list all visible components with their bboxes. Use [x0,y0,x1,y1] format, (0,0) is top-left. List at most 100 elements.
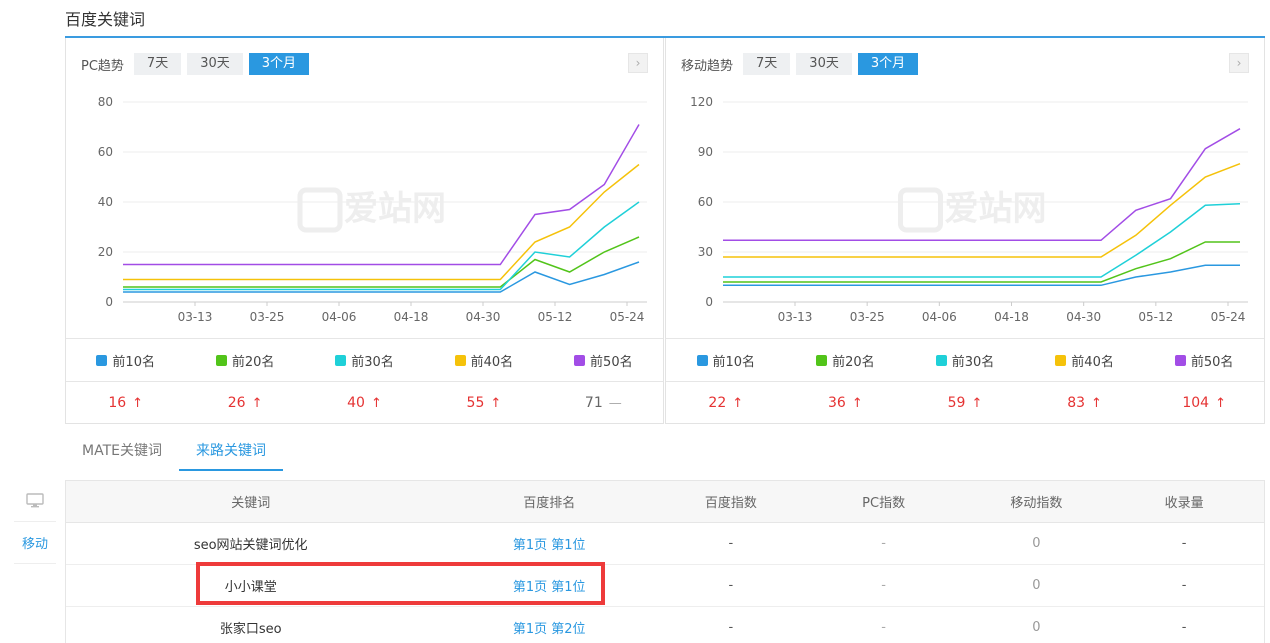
y-tick-label: 90 [698,145,713,159]
count-value: 55 [466,395,485,411]
rank-cell: 第1页 第1位 [435,523,663,564]
header-indexed-count[interactable]: 收录量 [1104,481,1264,522]
mobile-index-cell: 0 [1032,536,1041,551]
count-value: 59 [947,395,966,411]
rank-link[interactable]: 第1页 第1位 [513,534,586,553]
mobile-counts: 22 ↑ 36 ↑ 59 ↑ 83 ↑ 104 ↑ [666,382,1264,424]
legend-swatch [935,354,947,366]
count-value: 26 [227,395,246,411]
table-row: 张家口seo 第1页 第2位 - - 0 - [66,607,1264,643]
watermark-text: 爱站网 [344,189,446,229]
count-value: 16 [108,395,127,411]
pc-next-button[interactable]: › [628,53,648,73]
x-tick-label: 05-24 [1211,310,1246,324]
aizhan-logo-icon [297,187,343,233]
legend-item-top20[interactable]: 前20名 [786,339,906,381]
legend-item-top50[interactable]: 前50名 [1144,339,1264,381]
mobile-range-7d-button[interactable]: 7天 [743,53,791,75]
legend-item-top30[interactable]: 前30名 [305,339,424,381]
header-pc-index[interactable]: PC指数 [799,481,969,522]
x-tick-label: 04-06 [322,310,357,324]
keyword-cell: seo网站关键词优化 [193,538,308,553]
count-value: 83 [1067,395,1086,411]
y-tick-label: 30 [698,245,713,259]
legend-label: 前20名 [231,354,275,370]
mobile-trend-label: 移动趋势 [681,58,734,74]
legend-swatch [1174,354,1186,366]
up-arrow-icon: ↑ [370,395,382,411]
y-tick-label: 60 [98,145,113,159]
monitor-icon [26,492,44,507]
legend-item-top10[interactable]: 前10名 [66,339,185,381]
section-title: 百度关键词 [65,10,146,29]
legend-swatch [215,354,227,366]
baidu-index-cell: - [728,536,734,551]
count-value: 104 [1182,395,1210,411]
mobile-count-top20: 36 ↑ [786,382,906,424]
mobile-trend-panel: 移动趋势 7天 30天 3个月 › 0 30 60 90 120 爱站网 03-13 03-2… [665,38,1265,424]
header-keyword[interactable]: 关键词 [66,481,435,522]
y-tick-label: 0 [705,295,713,309]
pc-count-top10: 16 ↑ [66,382,185,424]
mobile-legend: 前10名 前20名 前30名 前40名 前50名 [666,338,1264,382]
pc-index-cell: - [881,536,886,551]
legend-item-top50[interactable]: 前50名 [544,339,663,381]
legend-swatch [1055,354,1067,366]
x-tick-label: 04-30 [1066,310,1101,324]
up-arrow-icon: ↑ [1215,395,1226,411]
indexed-cell: - [1181,620,1187,635]
rank-cell: 第1页 第2位 [435,607,663,643]
x-tick-label: 03-25 [850,310,885,324]
up-arrow-icon: ↑ [132,395,144,411]
x-tick-label: 03-13 [178,310,213,324]
legend-item-top40[interactable]: 前40名 [1025,339,1145,381]
up-arrow-icon: ↑ [1091,395,1102,411]
baidu-index-cell: - [728,578,734,593]
header-baidu-rank[interactable]: 百度排名 [435,481,663,522]
y-tick-label: 40 [98,195,113,209]
legend-label: 前20名 [832,354,875,370]
legend-swatch [696,354,708,366]
legend-swatch [454,354,466,366]
tab-source-keywords[interactable]: 来路关键词 [178,433,283,471]
pc-count-top50: 71 — [544,382,663,424]
count-value: 71 [584,395,603,411]
mobile-next-button[interactable]: › [1229,53,1249,73]
count-value: 22 [708,395,727,411]
pc-counts: 16 ↑ 26 ↑ 40 ↑ 55 ↑ 71 — [66,382,663,424]
pc-range-7d-button[interactable]: 7天 [133,53,182,75]
legend-label: 前50名 [590,354,633,370]
x-tick-label: 04-30 [466,310,501,324]
pc-range-30d-button[interactable]: 30天 [187,53,243,75]
legend-item-top40[interactable]: 前40名 [424,339,543,381]
count-value: 36 [828,395,846,411]
mobile-range-3m-button[interactable]: 3个月 [857,53,919,75]
legend-label: 前10名 [712,354,756,370]
x-tick-label: 05-12 [1138,310,1173,324]
x-tick-label: 03-13 [778,310,813,324]
legend-item-top10[interactable]: 前10名 [666,339,786,381]
legend-swatch [574,354,586,366]
watermark-text: 爱站网 [945,189,1047,229]
pc-legend: 前10名 前20名 前30名 前40名 前50名 [66,338,663,382]
header-mobile-index[interactable]: 移动指数 [969,481,1105,522]
header-baidu-index[interactable]: 百度指数 [663,481,799,522]
legend-item-top30[interactable]: 前30名 [905,339,1025,381]
legend-label: 前10名 [112,354,155,370]
y-tick-label: 0 [105,295,113,309]
pc-trend-panel: PC趋势 7天 30天 3个月 › 0 20 40 60 80 爱站网 03-13 03-25… [65,38,664,424]
keyword-cell: 张家口seo [219,622,282,637]
mobile-index-cell: 0 [1032,620,1041,635]
pc-count-top40: 55 ↑ [424,382,543,424]
rank-link[interactable]: 第1页 第2位 [513,618,586,637]
desktop-toggle[interactable] [14,480,56,522]
mobile-range-30d-button[interactable]: 30天 [796,53,852,75]
count-value: 40 [347,395,365,411]
up-arrow-icon: ↑ [732,395,744,411]
legend-item-top20[interactable]: 前20名 [185,339,304,381]
tab-mate-keywords[interactable]: MATE关键词 [65,433,179,471]
legend-label: 前40名 [1071,354,1114,370]
mobile-toggle[interactable]: 移动 [14,522,56,564]
pc-count-top30: 40 ↑ [305,382,424,424]
pc-range-3m-button[interactable]: 3个月 [248,53,310,75]
